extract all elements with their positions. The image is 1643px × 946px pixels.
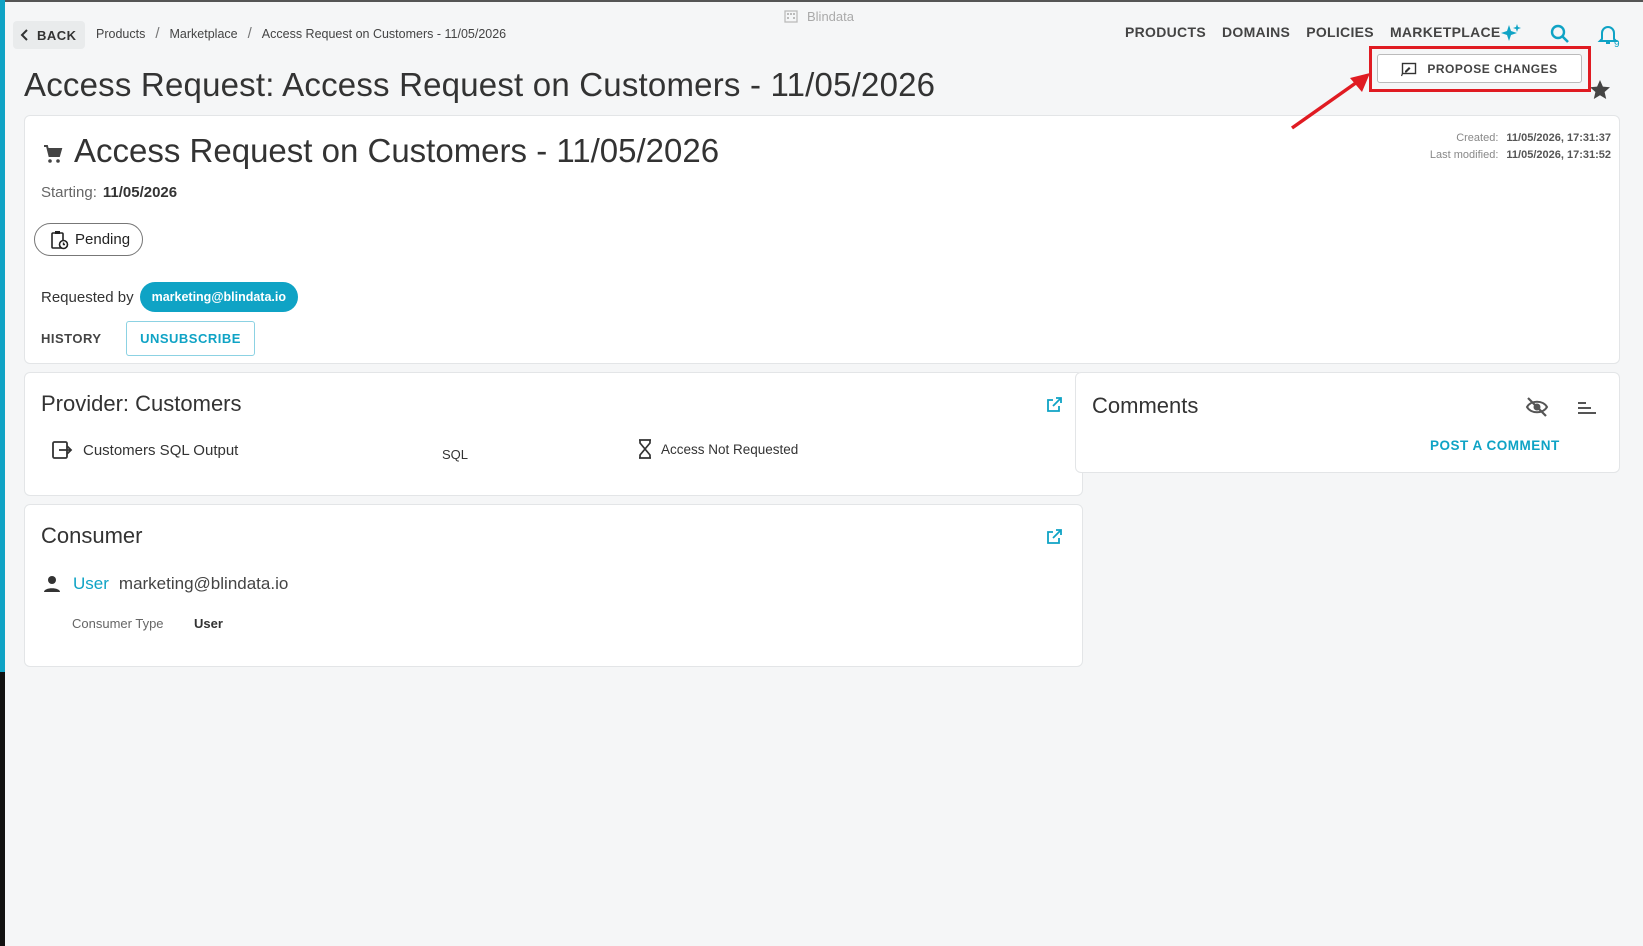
consumer-type-label: Consumer Type [72,616,164,631]
provider-title: Provider: Customers [41,391,242,416]
created-label: Created: [1456,132,1499,144]
page-title: Access Request: Access Request on Custom… [24,66,936,103]
status-label: Pending [75,231,131,248]
breadcrumb-separator: / [247,25,252,42]
sidebar-dark-stripe [0,672,5,946]
sort-icon[interactable] [1575,395,1599,419]
comments-card: Comments POST A COMMENT [1075,372,1620,473]
back-chevron-icon [20,29,28,41]
breadcrumb-separator: / [155,25,160,42]
highlight-box [1369,46,1591,92]
requested-by: Requested by marketing@blindata.io [41,282,299,312]
tenant-brand: Blindata [783,8,854,24]
provider-card: Provider: Customers Customers SQL Output… [24,372,1083,496]
created-value: 11/05/2026, 17:31:37 [1506,132,1611,144]
annotation-arrow-icon [1290,73,1370,130]
sparkles-icon[interactable] [1499,22,1523,46]
hourglass-icon [639,439,651,459]
nav-marketplace[interactable]: MARKETPLACE [1390,24,1501,40]
notification-count: 9 [1614,39,1620,50]
consumer-kind-link[interactable]: User [73,574,109,594]
nav-domains[interactable]: DOMAINS [1222,24,1290,40]
post-comment-button[interactable]: POST A COMMENT [1430,438,1560,453]
history-button[interactable]: HISTORY [41,331,102,346]
breadcrumb-products[interactable]: Products [96,27,145,41]
main-nav: PRODUCTS DOMAINS POLICIES MARKETPLACE [1125,24,1501,40]
starting-label: Starting: [41,184,97,201]
modified-value: 11/05/2026, 17:31:52 [1506,149,1611,161]
breadcrumb-marketplace[interactable]: Marketplace [170,27,238,41]
breadcrumb-current: Access Request on Customers - 11/05/2026 [261,26,507,41]
brand-name: Blindata [807,8,854,24]
timestamps: Created: 11/05/2026, 17:31:37 Last modifi… [1430,130,1611,164]
open-external-icon[interactable] [1044,395,1064,415]
request-title: Access Request on Customers - 11/05/2026 [74,132,720,169]
port-type: SQL [442,447,469,462]
star-icon[interactable] [1588,78,1612,102]
visibility-off-icon[interactable] [1525,395,1549,419]
back-button[interactable]: BACK [13,21,85,49]
nav-products[interactable]: PRODUCTS [1125,24,1206,40]
access-status-label: Access Not Requested [661,441,799,457]
pending-clipboard-icon [51,230,69,249]
consumer-identity: User marketing@blindata.io [41,573,288,595]
modified-label: Last modified: [1429,149,1499,161]
search-icon[interactable] [1548,22,1572,46]
output-port-row[interactable]: Customers SQL Output [51,439,238,461]
output-port-icon [52,441,73,459]
output-port-name: Customers SQL Output [83,441,239,459]
building-icon [784,10,798,23]
consumer-identity-value: marketing@blindata.io [118,574,289,593]
breadcrumb: Products / Marketplace / Access Request … [96,25,506,42]
open-external-icon[interactable] [1044,527,1064,547]
consumer-card: Consumer User marketing@blindata.io Cons… [24,504,1083,667]
consumer-type-value: User [194,616,223,631]
person-icon [44,576,60,592]
cart-icon [44,145,63,163]
consumer-title: Consumer [41,523,143,548]
requested-by-label: Requested by [41,288,134,306]
starting-value: 11/05/2026 [102,184,178,201]
nav-policies[interactable]: POLICIES [1306,24,1374,40]
request-detail-card: Access Request on Customers - 11/05/2026… [24,115,1620,364]
status-badge: Pending [34,223,144,256]
access-status: Access Not Requested [637,439,798,459]
requester-chip[interactable]: marketing@blindata.io [139,282,299,312]
comments-title: Comments [1092,393,1199,418]
sidebar-accent-stripe [0,0,5,672]
back-label: BACK [37,27,77,43]
unsubscribe-button[interactable]: UNSUBSCRIBE [126,321,255,356]
starting-date: Starting: 11/05/2026 [41,184,177,201]
